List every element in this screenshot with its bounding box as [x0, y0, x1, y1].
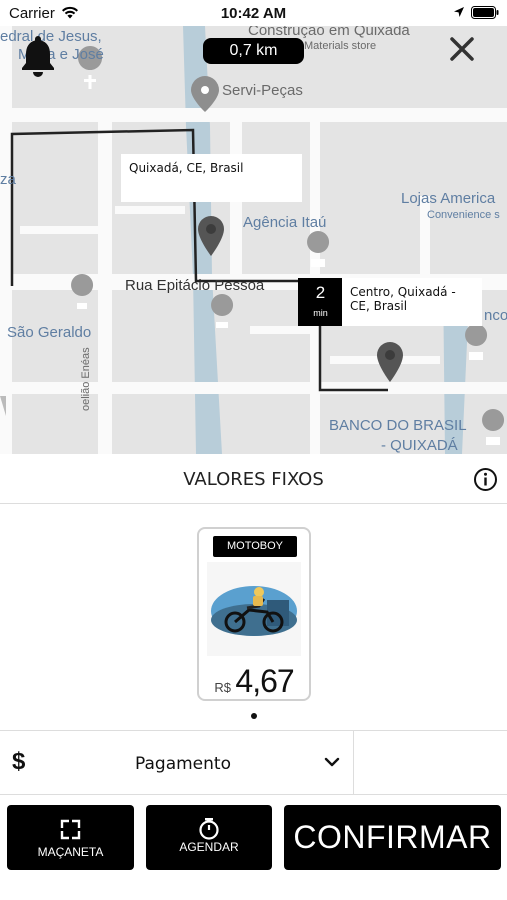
page-indicator	[251, 713, 257, 719]
map-label: São Geraldo	[7, 324, 92, 341]
map-label: BANCO DO BRASIL	[329, 417, 467, 434]
destination-pin-icon	[377, 342, 403, 382]
stopwatch-icon	[199, 818, 219, 840]
vehicle-type-tag: MOTOBOY	[213, 536, 297, 557]
map-label: nco	[484, 307, 507, 324]
map-label: za	[0, 171, 16, 188]
expand-icon	[60, 819, 81, 840]
confirm-button[interactable]: CONFIRMAR	[284, 805, 501, 870]
macaneta-button[interactable]: MAÇANETA	[7, 805, 134, 870]
destination-callout: Centro, Quixadá - CE, Brasil	[342, 278, 482, 326]
vehicle-image	[207, 562, 301, 656]
dollar-icon: $	[12, 748, 26, 775]
vehicle-option-card[interactable]: MOTOBOY R$ 4,67	[197, 527, 311, 701]
origin-pin-icon	[198, 216, 224, 256]
origin-callout: Quixadá, CE, Brasil	[121, 154, 302, 202]
distance-badge: 0,7 km	[203, 38, 304, 64]
eta-value: 2	[315, 283, 326, 302]
chevron-down-icon[interactable]	[324, 757, 340, 767]
map-view[interactable]: edral de Jesus, Maria e José Construção …	[0, 26, 507, 454]
status-bar: Carrier 10:42 AM	[0, 0, 507, 26]
motorcycle-icon	[211, 586, 297, 636]
map-label: Lojas America	[401, 190, 496, 207]
street-label: Rua Epitácio Pessoa	[125, 277, 265, 294]
map-label: Servi-Peças	[222, 82, 303, 99]
agendar-button[interactable]: AGENDAR	[146, 805, 272, 870]
agendar-label: AGENDAR	[179, 840, 239, 854]
bell-icon[interactable]	[20, 34, 56, 78]
price-value: 4,67	[235, 663, 294, 699]
payment-label: Pagamento	[135, 754, 231, 774]
eta-badge: 2 min	[298, 278, 343, 326]
currency-label: R$	[214, 680, 231, 695]
payment-selector[interactable]: $ Pagamento	[0, 730, 507, 795]
divider	[353, 731, 354, 794]
battery-icon	[471, 6, 499, 19]
map-label: Materials store	[304, 40, 377, 52]
macaneta-label: MAÇANETA	[37, 845, 104, 859]
map-label: Convenience s	[427, 209, 500, 221]
clock: 10:42 AM	[220, 5, 287, 22]
eta-unit: min	[313, 308, 328, 318]
location-arrow-icon	[454, 7, 464, 17]
info-icon[interactable]	[473, 467, 498, 492]
fixed-values-header: VALORES FIXOS	[0, 454, 507, 504]
price-display: R$ 4,67	[199, 663, 309, 700]
section-title: VALORES FIXOS	[183, 469, 324, 490]
street-label: oelião Enéas	[80, 347, 92, 411]
map-label: Agência Itaú	[243, 214, 327, 231]
map-label: - QUIXADÁ	[381, 437, 458, 454]
close-icon[interactable]	[447, 34, 477, 64]
